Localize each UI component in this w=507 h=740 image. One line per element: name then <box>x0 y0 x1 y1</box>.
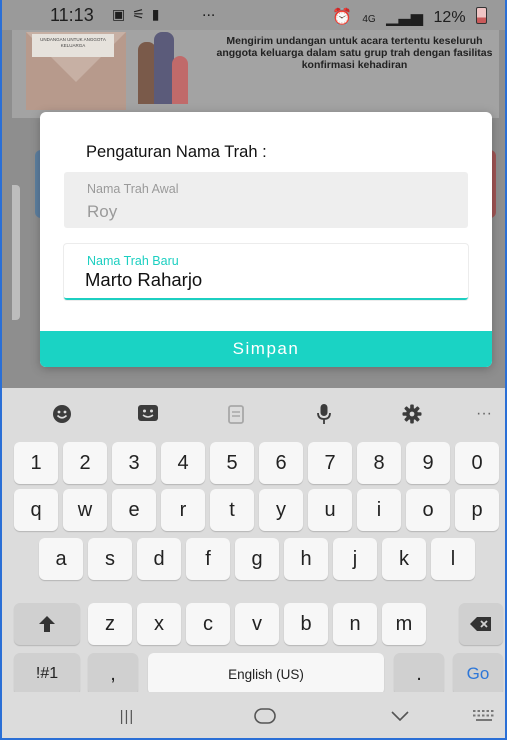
key-0[interactable]: 0 <box>455 442 499 484</box>
key-f[interactable]: f <box>186 538 230 580</box>
key-q[interactable]: q <box>14 489 58 531</box>
navigation-bar: ||| <box>2 692 505 738</box>
old-trah-name-field: Nama Trah Awal Roy <box>64 172 468 228</box>
recents-button[interactable]: ||| <box>107 702 147 730</box>
old-trah-name-value: Roy <box>87 202 118 221</box>
clipboard-notif-icon: ▮ <box>151 6 167 22</box>
new-trah-name-label: Nama Trah Baru <box>87 254 179 268</box>
key-1[interactable]: 1 <box>14 442 58 484</box>
comma-key[interactable]: , <box>88 653 138 695</box>
key-s[interactable]: s <box>88 538 132 580</box>
key-l[interactable]: l <box>431 538 475 580</box>
key-u[interactable]: u <box>308 489 352 531</box>
sticker-icon[interactable] <box>133 400 163 428</box>
key-3[interactable]: 3 <box>112 442 156 484</box>
signal-icon: ▁▃▅ <box>386 9 424 26</box>
key-9[interactable]: 9 <box>406 442 450 484</box>
phone-screen: 11:13 ▣⚟▮ ... ⏰ 4G ▁▃▅ 12% UNDANGAN UNTU… <box>0 0 507 740</box>
key-h[interactable]: h <box>284 538 328 580</box>
old-trah-name-label: Nama Trah Awal <box>87 182 179 196</box>
status-time: 11:13 <box>50 5 94 25</box>
key-e[interactable]: e <box>112 489 156 531</box>
status-bar: 11:13 ▣⚟▮ ... ⏰ 4G ▁▃▅ 12% <box>2 0 505 30</box>
invitation-card: UNDANGAN UNTUK ANGGOTA KELUARGA <box>32 34 114 57</box>
save-button[interactable]: Simpan <box>40 331 492 367</box>
battery-icon <box>476 7 487 24</box>
key-n[interactable]: n <box>333 603 377 645</box>
space-key[interactable]: English (US) <box>148 653 384 695</box>
key-t[interactable]: t <box>210 489 254 531</box>
key-j[interactable]: j <box>333 538 377 580</box>
key-y[interactable]: y <box>259 489 303 531</box>
key-g[interactable]: g <box>235 538 279 580</box>
network-type: 4G <box>362 14 376 25</box>
alarm-icon: ⏰ <box>331 9 352 26</box>
key-5[interactable]: 5 <box>210 442 254 484</box>
cast-icon: ⚟ <box>132 6 152 22</box>
dialog-title: Pengaturan Nama Trah : <box>86 143 267 161</box>
key-m[interactable]: m <box>382 603 426 645</box>
background-panel <box>12 185 20 320</box>
family-illustration <box>130 32 200 104</box>
new-trah-name-input[interactable] <box>85 269 455 291</box>
go-key[interactable]: Go <box>453 653 503 695</box>
key-8[interactable]: 8 <box>357 442 401 484</box>
rename-trah-dialog: Pengaturan Nama Trah : Nama Trah Awal Ro… <box>40 112 492 367</box>
hide-keyboard-button[interactable] <box>380 702 420 730</box>
more-icon[interactable]: ··· <box>469 400 499 428</box>
key-v[interactable]: v <box>235 603 279 645</box>
more-notifications-icon: ... <box>202 3 216 20</box>
key-b[interactable]: b <box>284 603 328 645</box>
key-r[interactable]: r <box>161 489 205 531</box>
key-x[interactable]: x <box>137 603 181 645</box>
key-7[interactable]: 7 <box>308 442 352 484</box>
backspace-key[interactable] <box>459 603 503 645</box>
mic-icon[interactable] <box>309 400 339 428</box>
settings-icon[interactable] <box>397 400 427 428</box>
key-d[interactable]: d <box>137 538 181 580</box>
home-button[interactable] <box>245 702 285 730</box>
notification-icons: ▣⚟▮ <box>112 6 167 23</box>
banner-text: Mengirim undangan untuk acara tertentu k… <box>216 35 493 71</box>
battery-percent: 12% <box>433 9 466 26</box>
symbols-key[interactable]: !#1 <box>14 653 80 695</box>
status-right: ⏰ 4G ▁▃▅ 12% <box>326 5 487 27</box>
key-6[interactable]: 6 <box>259 442 303 484</box>
shift-key[interactable] <box>14 603 80 645</box>
gallery-icon: ▣ <box>112 6 133 22</box>
key-i[interactable]: i <box>357 489 401 531</box>
key-z[interactable]: z <box>88 603 132 645</box>
new-trah-name-field[interactable]: Nama Trah Baru <box>64 244 468 300</box>
keyboard-switch-button[interactable] <box>464 702 504 730</box>
key-a[interactable]: a <box>39 538 83 580</box>
key-c[interactable]: c <box>186 603 230 645</box>
keyboard-toolbar: ··· <box>2 388 505 440</box>
key-k[interactable]: k <box>382 538 426 580</box>
period-key[interactable]: . <box>394 653 444 695</box>
key-o[interactable]: o <box>406 489 450 531</box>
clipboard-icon[interactable] <box>221 400 251 428</box>
key-p[interactable]: p <box>455 489 499 531</box>
key-4[interactable]: 4 <box>161 442 205 484</box>
soft-keyboard: ··· !#1 , English (US) . Go ||| 1 2 3 4 … <box>2 388 505 738</box>
key-w[interactable]: w <box>63 489 107 531</box>
key-2[interactable]: 2 <box>63 442 107 484</box>
emoji-icon[interactable] <box>47 400 77 428</box>
